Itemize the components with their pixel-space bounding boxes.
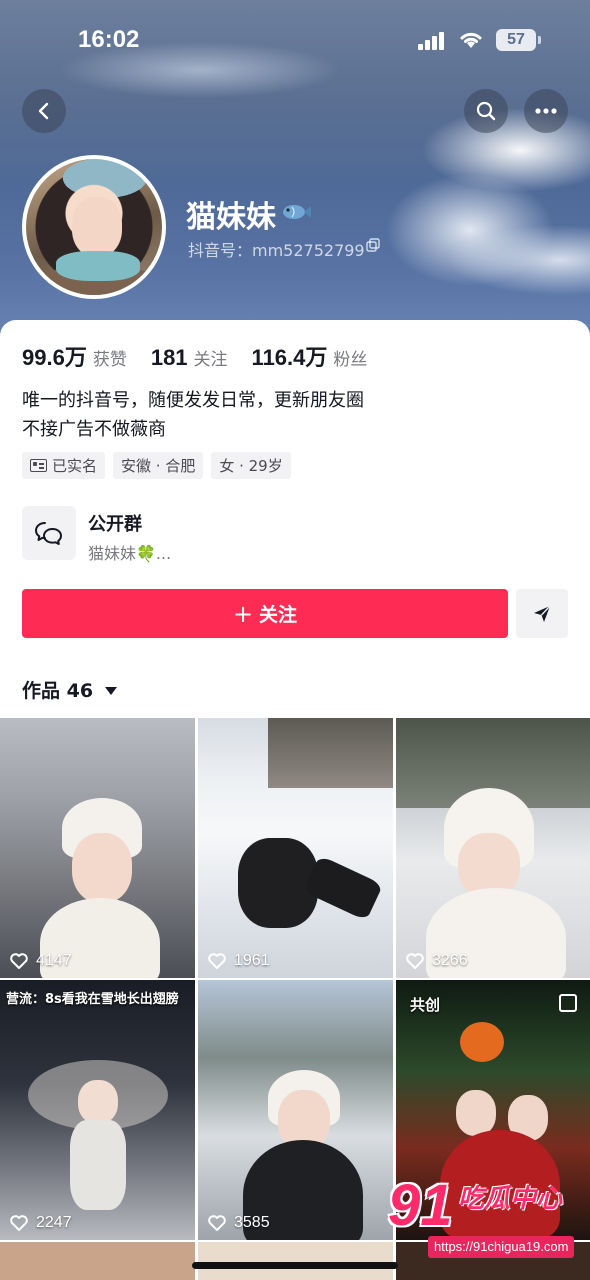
stat-followers-label: 粉丝 (333, 350, 368, 370)
stat-followers-count: 116.4万 (251, 345, 328, 370)
stat-likes[interactable]: 99.6万 获赞 (22, 340, 127, 372)
works-tab[interactable]: 作品 46 (22, 676, 118, 703)
stat-following-count: 181 (150, 345, 188, 370)
battery-icon: 57 (496, 29, 541, 51)
tag-location: 安徽 · 合肥 (113, 452, 204, 479)
search-button[interactable] (464, 89, 508, 133)
cellular-signal-icon (418, 30, 448, 50)
video-thumbnail[interactable]: 3266 (396, 718, 590, 978)
tag-label: 已实名 (52, 457, 98, 475)
tag-label: 女 · 29岁 (219, 457, 283, 475)
heart-icon (10, 1215, 28, 1231)
plus-icon: + (232, 599, 254, 628)
video-likes-count: 2247 (36, 1214, 72, 1231)
video-likes: 3266 (406, 952, 468, 970)
search-icon (476, 101, 496, 121)
works-tab-label: 作品 46 (22, 680, 94, 702)
group-title: 公开群 (88, 514, 142, 535)
profile-tags: 已实名 安徽 · 合肥 女 · 29岁 (22, 452, 291, 479)
group-icon-box (22, 506, 76, 560)
heart-icon (10, 953, 28, 969)
more-icon (535, 108, 557, 114)
stat-likes-count: 99.6万 (22, 345, 87, 370)
follow-label: 关注 (259, 604, 298, 626)
watermark-logo: 91 吃瓜中心 https://91chigua19.com (388, 1172, 584, 1264)
multi-image-icon (559, 994, 577, 1012)
profile-stats: 99.6万 获赞 181 关注 116.4万 粉丝 (22, 340, 385, 372)
home-indicator[interactable] (192, 1262, 398, 1269)
back-button[interactable] (22, 89, 66, 133)
video-thumbnail[interactable]: 1961 (198, 718, 393, 978)
paper-plane-icon (534, 605, 551, 622)
heart-icon (208, 953, 226, 969)
id-card-icon (30, 459, 47, 472)
video-likes-count: 3585 (234, 1214, 270, 1231)
video-likes: 4147 (10, 952, 72, 970)
tag-label: 安徽 · 合肥 (121, 457, 196, 475)
video-likes: 1961 (208, 952, 270, 970)
group-subtitle: 猫妹妹🍀... (88, 544, 172, 563)
watermark-number: 91 (388, 1173, 453, 1238)
stat-following-label: 关注 (193, 350, 228, 370)
video-thumbnail[interactable]: 3585 (198, 980, 393, 1240)
status-bar: 16:02 57 (0, 0, 590, 80)
video-thumbnail[interactable] (198, 1242, 393, 1280)
heart-icon (406, 953, 424, 969)
tag-verified[interactable]: 已实名 (22, 452, 106, 479)
avatar[interactable] (22, 155, 166, 299)
wifi-icon (460, 32, 482, 48)
follow-button[interactable]: + 关注 (22, 589, 508, 638)
stat-following[interactable]: 181 关注 (151, 345, 228, 371)
video-likes-count: 3266 (432, 952, 468, 969)
video-thumbnail[interactable]: 营流：8s看我在雪地长出翅膀 2247 (0, 980, 195, 1240)
public-group-entry[interactable]: 公开群 猫妹妹🍀... (22, 506, 568, 563)
watermark-name: 吃瓜中心 (458, 1184, 563, 1214)
more-button[interactable] (524, 89, 568, 133)
chevron-left-icon (38, 102, 49, 120)
send-message-button[interactable] (516, 589, 568, 638)
chat-bubbles-icon (35, 522, 62, 545)
stat-followers[interactable]: 116.4万 粉丝 (252, 340, 368, 372)
copy-icon[interactable] (366, 238, 380, 252)
profile-bio: 唯一的抖音号，随便发发日常，更新朋友圈 不接广告不做薇商 (22, 386, 364, 444)
video-caption: 营流：8s看我在雪地长出翅膀 (6, 992, 179, 1007)
stat-likes-label: 获赞 (92, 350, 127, 370)
status-time: 16:02 (78, 26, 140, 53)
profile-nickname: 猫妹妹 (186, 200, 276, 235)
video-likes: 2247 (10, 1214, 72, 1232)
caret-down-icon (105, 686, 118, 695)
fish-icon (283, 205, 311, 219)
video-likes-count: 1961 (234, 952, 270, 969)
video-likes-count: 4147 (36, 952, 72, 969)
tag-gender-age: 女 · 29岁 (211, 452, 291, 479)
video-thumbnail[interactable] (0, 1242, 195, 1280)
bio-line: 唯一的抖音号，随便发发日常，更新朋友圈 (22, 390, 364, 411)
bio-line: 不接广告不做薇商 (22, 419, 166, 440)
watermark-url: https://91chigua19.com (428, 1236, 575, 1258)
heart-icon (208, 1215, 226, 1231)
video-likes: 3585 (208, 1214, 270, 1232)
douyin-id: 抖音号：mm52752799 (188, 241, 365, 260)
video-thumbnail[interactable]: 4147 (0, 718, 195, 978)
co-creation-badge: 共创 (410, 996, 441, 1014)
